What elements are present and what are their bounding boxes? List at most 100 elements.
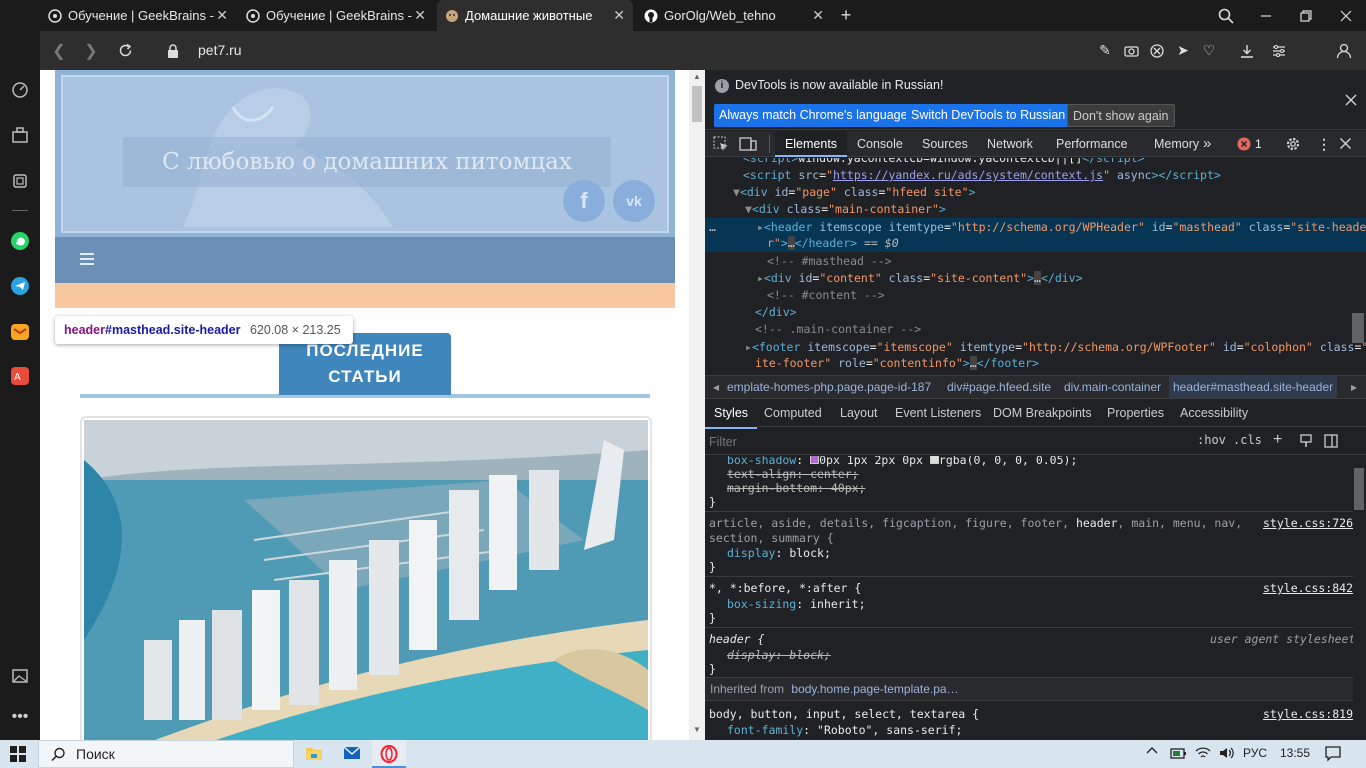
tab-memory[interactable]: Memory [1154, 131, 1199, 157]
profile-icon[interactable] [1332, 31, 1356, 70]
hamburger-menu-icon[interactable] [79, 251, 95, 267]
tab-network[interactable]: Network [987, 131, 1033, 157]
translator-icon[interactable]: A [8, 364, 32, 388]
adblock-icon[interactable] [1145, 31, 1169, 70]
reload-icon[interactable] [110, 31, 140, 70]
telegram-icon[interactable] [8, 274, 32, 298]
dom-line-div-page[interactable]: ▼<div id="page" class="hfeed site"> [733, 185, 975, 199]
dom-line-masthead-comment[interactable]: <!-- #masthead --> [767, 254, 892, 268]
favorite-heart-icon[interactable]: ♡ [1197, 31, 1221, 70]
settings-gear-icon[interactable] [1285, 136, 1301, 155]
styles-scrollbar[interactable] [1353, 456, 1365, 740]
tab-computed[interactable]: Computed [764, 400, 822, 427]
dom-line-close-div[interactable]: </div> [755, 305, 797, 319]
tab-pets-active[interactable]: Домашние животные ✕ [437, 0, 633, 31]
battery-status-icon[interactable] [1170, 746, 1188, 765]
dom-line-main-comment[interactable]: <!-- .main-container --> [755, 322, 921, 336]
scroll-down-icon[interactable]: ▼ [693, 726, 701, 734]
cls-toggle[interactable]: .cls [1233, 433, 1262, 447]
workspaces-icon[interactable] [8, 123, 32, 147]
inspect-element-icon[interactable] [713, 136, 729, 155]
edit-page-icon[interactable]: ✎ [1093, 31, 1117, 70]
tab-console[interactable]: Console [857, 131, 903, 157]
rule4-selector[interactable]: header { [709, 632, 764, 646]
breadcrumb-item-page[interactable]: div#page.hfeed.site [947, 376, 1051, 398]
close-tab-icon[interactable]: ✕ [812, 7, 824, 24]
breadcrumb-left-icon[interactable]: ◂ [713, 376, 719, 398]
facebook-icon[interactable]: f [563, 180, 605, 222]
close-tab-icon[interactable]: ✕ [414, 7, 426, 24]
snapshot-icon[interactable] [1119, 31, 1143, 70]
more-icon[interactable]: ••• [8, 705, 32, 729]
rule3-box-sizing[interactable]: box-sizing: inherit; [727, 597, 866, 611]
switch-to-russian-button[interactable]: Switch DevTools to Russian [906, 104, 1071, 127]
taskbar-opera-button[interactable] [372, 740, 406, 768]
rule5-source-link[interactable]: style.css:819 [1263, 707, 1353, 721]
rule4-display[interactable]: display: block; [727, 648, 831, 662]
close-window-icon[interactable] [1326, 0, 1366, 31]
notifications-icon[interactable] [1325, 746, 1341, 767]
element-state-icon[interactable] [1299, 434, 1313, 451]
dom-ellipsis-icon[interactable]: … [709, 220, 716, 234]
breadcrumb-right-icon[interactable]: ▸ [1351, 376, 1357, 398]
error-counter[interactable]: 1 [1237, 136, 1267, 152]
close-tab-icon[interactable]: ✕ [613, 7, 625, 24]
tab-accessibility[interactable]: Accessibility [1180, 400, 1248, 427]
send-icon[interactable]: ➤ [1171, 31, 1195, 70]
tab-elements[interactable]: Elements [775, 131, 847, 157]
close-tab-icon[interactable]: ✕ [216, 7, 228, 24]
tab-geekbrains-2[interactable]: Обучение | GeekBrains - о ✕ [238, 0, 434, 31]
dom-line-footer[interactable]: ▸<footer itemscope="itemscope" itemtype=… [745, 340, 1366, 354]
windows-start-icon[interactable] [10, 746, 26, 767]
shadow-editor-icon[interactable] [810, 456, 820, 464]
close-devtools-icon[interactable] [1339, 137, 1352, 153]
rule2-display[interactable]: display: block; [727, 546, 831, 560]
language-indicator[interactable]: РУС [1243, 746, 1267, 760]
file-explorer-icon[interactable] [305, 745, 323, 766]
yandex-mail-icon[interactable] [8, 320, 32, 344]
rule5-selector[interactable]: body, button, input, select, textarea { [709, 707, 979, 721]
inherited-source-link[interactable]: body.home.page-template.pa… [791, 682, 958, 696]
minimize-icon[interactable] [1246, 0, 1286, 31]
gallery-icon[interactable] [8, 664, 32, 688]
restore-icon[interactable] [1286, 0, 1326, 31]
rule3-source-link[interactable]: style.css:842 [1263, 581, 1353, 595]
download-icon[interactable] [1235, 31, 1259, 70]
dom-scrollbar-thumb[interactable] [1352, 313, 1364, 343]
url-field[interactable]: pet7.ru [198, 31, 242, 70]
dom-line-main-container[interactable]: ▼<div class="main-container"> [745, 202, 946, 216]
whatsapp-icon[interactable] [8, 229, 32, 253]
dom-line-div-content[interactable]: ▸<div id="content" class="site-content">… [757, 271, 1083, 285]
tab-event-listeners[interactable]: Event Listeners [895, 400, 981, 427]
rule1-text-align[interactable]: text-align: center; [727, 467, 859, 481]
volume-icon[interactable] [1219, 746, 1235, 765]
rule2-selector-2[interactable]: section, summary { [709, 531, 834, 545]
taskbar-search-box[interactable]: Поиск [38, 740, 294, 768]
rule2-selector[interactable]: article, aside, details, figcaption, fig… [709, 516, 1242, 530]
dom-line-content-comment[interactable]: <!-- #content --> [767, 288, 885, 302]
dom-line-script-src[interactable]: <script src="https://yandex.ru/ads/syste… [743, 168, 1221, 182]
tab-styles[interactable]: Styles [705, 400, 758, 429]
tab-geekbrains-1[interactable]: Обучение | GeekBrains - о ✕ [40, 0, 236, 31]
breadcrumb-item-header[interactable]: header#masthead.site-header [1169, 376, 1338, 398]
article-card[interactable] [80, 416, 652, 740]
vk-icon[interactable]: vk [613, 180, 655, 222]
search-tabs-icon[interactable] [1206, 0, 1246, 31]
page-scrollbar[interactable]: ▲ ▼ [689, 70, 705, 740]
dont-show-again-button[interactable]: Don't show again [1067, 104, 1175, 127]
rule5-font-family[interactable]: font-family: "Roboto", sans-serif; [727, 723, 962, 737]
rule1-margin-bottom[interactable]: margin-bottom: 40px; [727, 481, 865, 495]
kebab-menu-icon[interactable]: ⋮ [1317, 136, 1331, 152]
new-style-rule-icon[interactable]: + [1273, 431, 1282, 449]
tab-sources[interactable]: Sources [922, 131, 968, 157]
device-toolbar-icon[interactable] [739, 136, 757, 155]
styles-scrollbar-thumb[interactable] [1354, 468, 1364, 510]
tab-github[interactable]: GorOlg/Web_tehno ✕ [636, 0, 832, 31]
color-swatch-icon[interactable] [929, 456, 939, 464]
dom-selected-row[interactable]: … ▸<header itemscope itemtype="http://sc… [705, 218, 1366, 252]
lock-icon[interactable] [158, 31, 188, 70]
tab-layout[interactable]: Layout [840, 400, 878, 427]
back-icon[interactable]: ❮ [44, 31, 74, 70]
scroll-up-icon[interactable]: ▲ [693, 73, 701, 81]
speed-dial-icon[interactable] [8, 78, 32, 102]
